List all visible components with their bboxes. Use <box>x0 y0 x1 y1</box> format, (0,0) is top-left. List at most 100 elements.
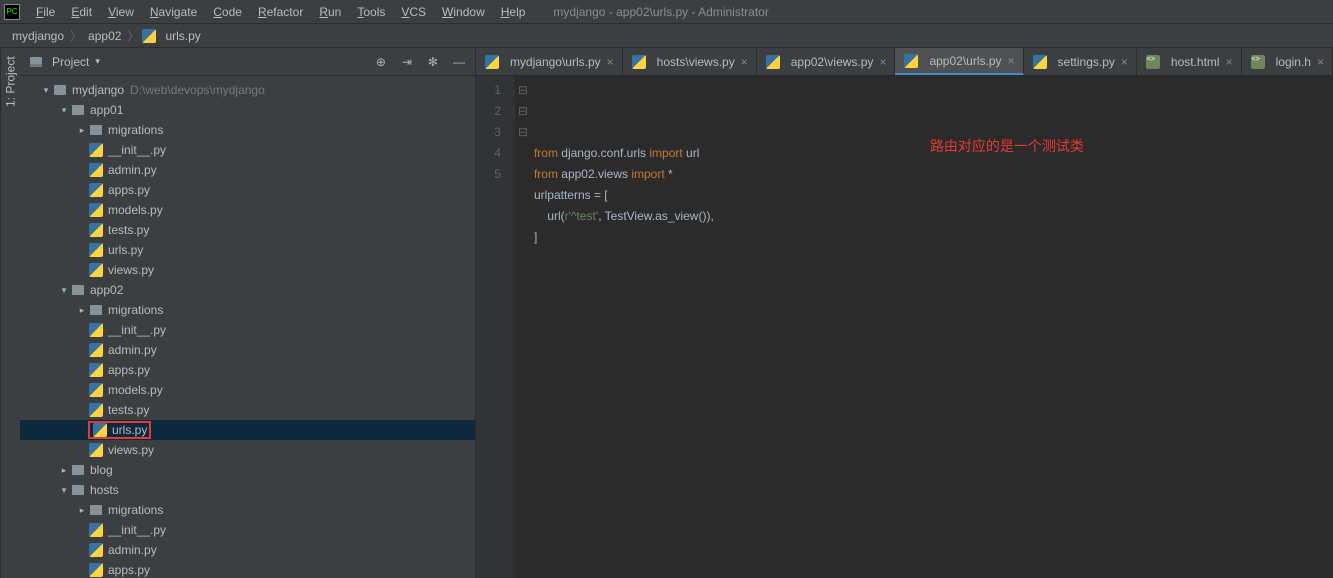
tree-node[interactable]: apps.py <box>20 560 475 578</box>
close-icon[interactable]: × <box>1226 55 1233 69</box>
line-number: 4 <box>476 143 501 164</box>
tree-node[interactable]: admin.py <box>20 340 475 360</box>
editor-tab[interactable]: mydjango\urls.py× <box>476 48 623 75</box>
hide-icon[interactable]: — <box>451 54 467 70</box>
tree-node[interactable]: apps.py <box>20 180 475 200</box>
python-icon <box>88 322 104 338</box>
tree-node[interactable]: ▾hosts <box>20 480 475 500</box>
tree-node[interactable]: ▾mydjangoD:\web\devops\mydjango <box>20 80 475 100</box>
editor-tab[interactable]: hosts\views.py× <box>623 48 757 75</box>
code-line[interactable]: from app02.views import * <box>534 164 1325 185</box>
close-icon[interactable]: × <box>1121 55 1128 69</box>
tab-label: host.html <box>1171 55 1220 69</box>
tab-label: app02\urls.py <box>929 54 1001 68</box>
folder-icon <box>88 302 104 318</box>
menu-vcs[interactable]: VCS <box>393 3 434 21</box>
menu-run[interactable]: Run <box>311 3 349 21</box>
tree-arrow-icon[interactable]: ▾ <box>40 85 52 96</box>
menu-refactor[interactable]: Refactor <box>250 3 311 21</box>
tree-node[interactable]: apps.py <box>20 360 475 380</box>
menu-navigate[interactable]: Navigate <box>142 3 205 21</box>
tree-node[interactable]: __init__.py <box>20 520 475 540</box>
menu-code[interactable]: Code <box>205 3 250 21</box>
tree-node[interactable]: ▾app02 <box>20 280 475 300</box>
editor-tab[interactable]: app02\urls.py × <box>895 48 1023 75</box>
tree-hint: D:\web\devops\mydjango <box>130 83 265 97</box>
folder-icon <box>70 482 86 498</box>
tree-node[interactable]: models.py <box>20 380 475 400</box>
python-icon <box>88 522 104 538</box>
tree-node[interactable]: __init__.py <box>20 140 475 160</box>
code-line[interactable]: url(r'^test', TestView.as_view()), <box>534 206 1325 227</box>
fold-marker[interactable]: ⊟ <box>516 101 530 122</box>
editor-tab[interactable]: host.html × <box>1137 48 1242 75</box>
python-icon <box>88 362 104 378</box>
tree-node[interactable]: views.py <box>20 440 475 460</box>
editor-tab[interactable]: app02\views.py × <box>757 48 896 75</box>
tree-node[interactable]: tests.py <box>20 220 475 240</box>
tree-node[interactable]: urls.py <box>20 420 475 440</box>
html-icon <box>1250 54 1266 70</box>
code-line[interactable]: ] <box>534 227 1325 248</box>
menu-edit[interactable]: Edit <box>63 3 100 21</box>
project-panel-title[interactable]: Project <box>28 54 373 70</box>
menu-help[interactable]: Help <box>493 3 534 21</box>
highlight-box: urls.py <box>88 421 151 439</box>
tree-node[interactable]: urls.py <box>20 240 475 260</box>
tool-window-tab-project[interactable]: 1: Project <box>0 48 20 578</box>
tree-node[interactable]: __init__.py <box>20 320 475 340</box>
line-number: 1 <box>476 80 501 101</box>
gear-icon[interactable]: ✻ <box>425 54 441 70</box>
python-icon <box>88 382 104 398</box>
tree-arrow-icon[interactable]: ▸ <box>58 465 70 476</box>
tree-node[interactable]: ▸blog <box>20 460 475 480</box>
tree-arrow-icon[interactable]: ▸ <box>76 125 88 136</box>
tab-label: login.h <box>1276 55 1311 69</box>
project-tree[interactable]: ▾mydjangoD:\web\devops\mydjango▾app01 ▸ mi… <box>20 76 475 578</box>
tree-node[interactable]: admin.py <box>20 160 475 180</box>
python-icon <box>88 542 104 558</box>
tree-node[interactable]: views.py <box>20 260 475 280</box>
tree-node[interactable]: models.py <box>20 200 475 220</box>
tree-label: migrations <box>108 503 163 517</box>
fold-marker[interactable]: ⊟ <box>516 80 530 101</box>
editor-tab[interactable]: settings.py× <box>1024 48 1137 75</box>
breadcrumb-part[interactable]: mydjango <box>8 29 68 43</box>
menu-tools[interactable]: Tools <box>349 3 393 21</box>
breadcrumb-part[interactable]: app02 <box>84 29 125 43</box>
python-icon <box>88 402 104 418</box>
tree-label: views.py <box>108 443 154 457</box>
code-line[interactable]: urlpatterns = [ <box>534 185 1325 206</box>
menu-window[interactable]: Window <box>434 3 493 21</box>
breadcrumb-part[interactable]: urls.py <box>161 29 204 43</box>
tree-arrow-icon[interactable]: ▾ <box>58 105 70 116</box>
menu-file[interactable]: File <box>28 3 63 21</box>
close-icon[interactable]: × <box>1317 55 1324 69</box>
tree-arrow-icon[interactable]: ▾ <box>58 285 70 296</box>
collapse-icon[interactable]: ⇥ <box>399 54 415 70</box>
close-icon[interactable]: × <box>607 55 614 69</box>
locate-icon[interactable]: ⊕ <box>373 54 389 70</box>
fold-column[interactable]: ⊟ ⊟ ⊟ <box>516 76 530 578</box>
tree-node[interactable]: admin.py <box>20 540 475 560</box>
python-icon <box>484 54 500 70</box>
tree-arrow-icon[interactable]: ▸ <box>76 505 88 516</box>
tree-label: __init__.py <box>108 143 166 157</box>
tree-arrow-icon[interactable]: ▸ <box>76 305 88 316</box>
close-icon[interactable]: × <box>879 55 886 69</box>
fold-marker[interactable]: ⊟ <box>516 122 530 143</box>
main-area: 1: Project Project ⊕ ⇥ ✻ — ▾mydjangoD:\w… <box>0 48 1333 578</box>
tree-node[interactable]: ▸migrations <box>20 300 475 320</box>
tree-node[interactable]: ▸migrations <box>20 120 475 140</box>
tree-node[interactable]: tests.py <box>20 400 475 420</box>
menu-view[interactable]: View <box>100 3 142 21</box>
code-editor[interactable]: 路由对应的是一个测试类 from django.conf.urls import… <box>530 76 1333 578</box>
tree-arrow-icon[interactable]: ▾ <box>58 485 70 496</box>
close-icon[interactable]: × <box>741 55 748 69</box>
tab-label: app02\views.py <box>791 55 874 69</box>
tree-node[interactable]: ▾app01 <box>20 100 475 120</box>
tree-node[interactable]: ▸ migrations <box>20 500 475 520</box>
tree-label: urls.py <box>108 243 143 257</box>
editor-tab[interactable]: login.h × <box>1242 48 1333 75</box>
close-icon[interactable]: × <box>1008 54 1015 68</box>
